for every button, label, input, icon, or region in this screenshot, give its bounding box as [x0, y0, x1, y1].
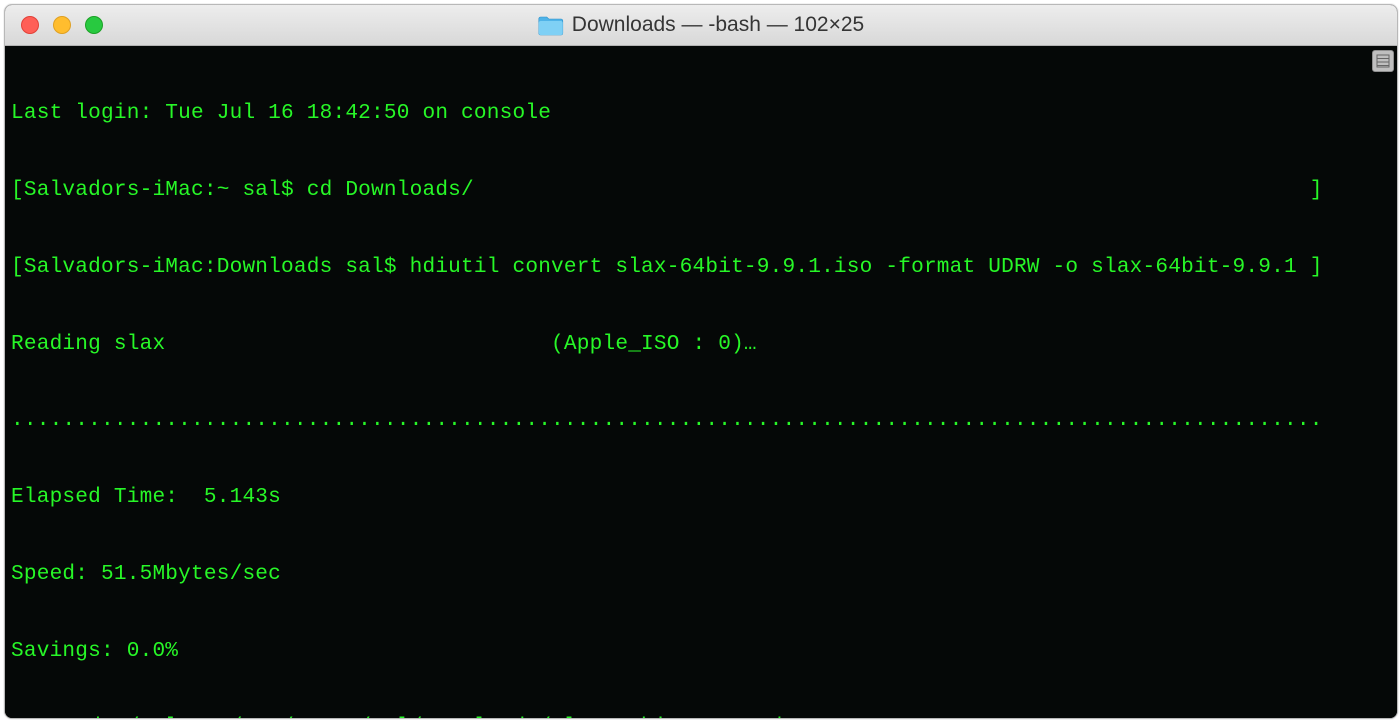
close-icon[interactable]: [21, 16, 39, 34]
terminal-viewport[interactable]: Last login: Tue Jul 16 18:42:50 on conso…: [5, 46, 1397, 718]
minimize-icon[interactable]: [53, 16, 71, 34]
terminal-line: [Salvadors-iMac:Downloads sal$ hdiutil c…: [11, 255, 1393, 281]
scroll-indicator[interactable]: [1372, 50, 1394, 72]
titlebar[interactable]: Downloads — -bash — 102×25: [5, 5, 1397, 46]
window-title-text: Downloads — -bash — 102×25: [572, 13, 864, 37]
terminal-line: [Salvadors-iMac:~ sal$ cd Downloads/ ]: [11, 178, 1393, 204]
window-controls: [21, 16, 103, 34]
terminal-line: Savings: 0.0%: [11, 639, 1393, 665]
terminal-line: ........................................…: [11, 408, 1393, 434]
terminal-line: Reading slax (Apple_ISO : 0)…: [11, 332, 1393, 358]
terminal-line: Last login: Tue Jul 16 18:42:50 on conso…: [11, 101, 1393, 127]
terminal-window: Downloads — -bash — 102×25 Last login: T…: [4, 4, 1398, 719]
terminal-line: created: /Volumes/HDD/Users/sal/Download…: [11, 715, 1393, 718]
window-title: Downloads — -bash — 102×25: [538, 13, 864, 37]
terminal-line: Elapsed Time: 5.143s: [11, 485, 1393, 511]
terminal-line: Speed: 51.5Mbytes/sec: [11, 562, 1393, 588]
zoom-icon[interactable]: [85, 16, 103, 34]
folder-icon: [538, 14, 564, 36]
